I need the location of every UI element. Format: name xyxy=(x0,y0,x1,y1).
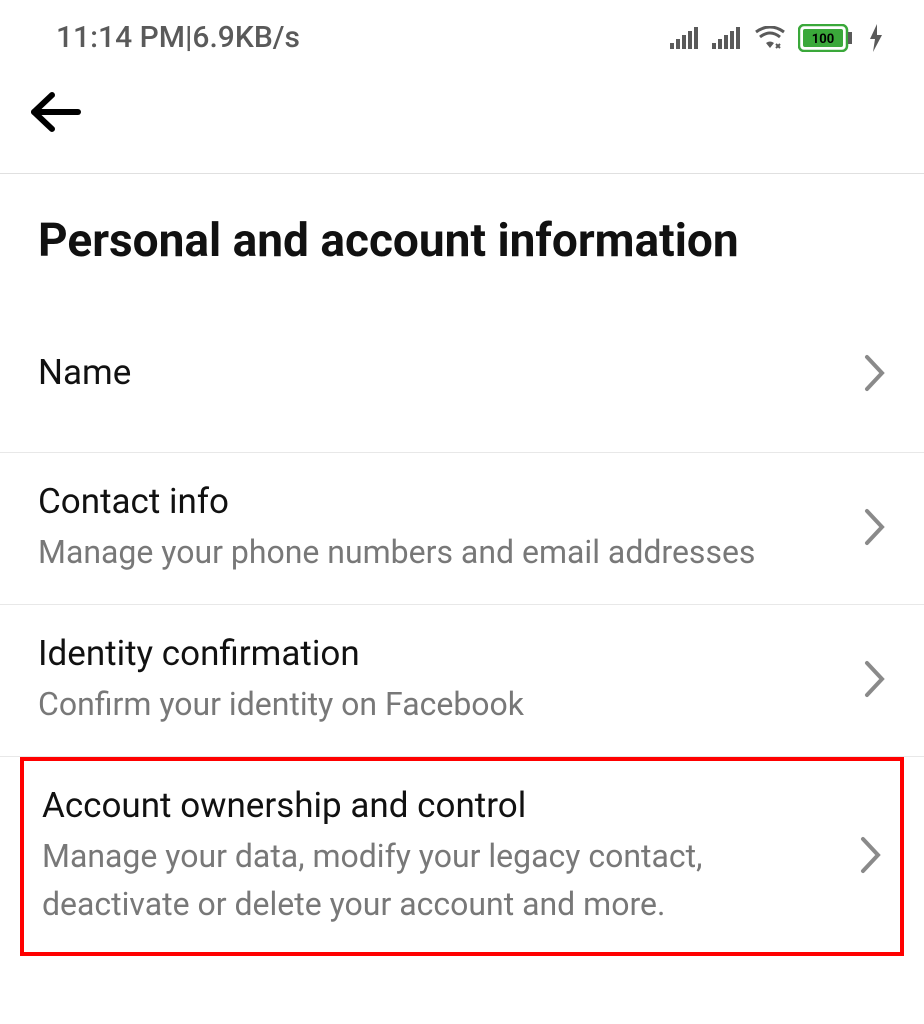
status-data-rate: 6.9KB/s xyxy=(192,20,299,55)
setting-desc: Manage your phone numbers and email addr… xyxy=(38,528,844,576)
chevron-right-icon xyxy=(860,836,882,878)
signal-icon-2 xyxy=(712,27,742,49)
status-left: 11:14 PM | 6.9KB/s xyxy=(56,20,300,55)
setting-desc: Confirm your identity on Facebook xyxy=(38,680,844,728)
setting-text: Contact info Manage your phone numbers a… xyxy=(38,481,844,576)
setting-item-contact-info[interactable]: Contact info Manage your phone numbers a… xyxy=(0,453,924,605)
status-separator: | xyxy=(185,20,192,55)
chevron-right-icon xyxy=(864,660,886,702)
setting-text: Account ownership and control Manage you… xyxy=(42,785,840,928)
status-right: 100 xyxy=(670,24,884,52)
setting-text: Identity confirmation Confirm your ident… xyxy=(38,633,844,728)
back-button[interactable] xyxy=(30,91,82,133)
status-time: 11:14 PM xyxy=(56,20,185,55)
app-header xyxy=(0,75,924,174)
battery-icon: 100 xyxy=(798,24,856,52)
setting-desc: Manage your data, modify your legacy con… xyxy=(42,832,840,928)
chevron-right-icon xyxy=(864,508,886,550)
wifi-icon xyxy=(754,26,786,50)
setting-text: Name xyxy=(38,352,844,399)
setting-item-account-ownership[interactable]: Account ownership and control Manage you… xyxy=(20,757,904,956)
signal-icon-1 xyxy=(670,27,700,49)
status-bar: 11:14 PM | 6.9KB/s xyxy=(0,0,924,75)
setting-label: Account ownership and control xyxy=(42,785,840,826)
setting-item-name[interactable]: Name xyxy=(0,298,924,453)
setting-label: Contact info xyxy=(38,481,844,522)
setting-item-identity-confirmation[interactable]: Identity confirmation Confirm your ident… xyxy=(0,605,924,757)
arrow-left-icon xyxy=(30,91,82,133)
chevron-right-icon xyxy=(864,354,886,396)
setting-label: Name xyxy=(38,352,844,393)
battery-level-text: 100 xyxy=(812,32,834,47)
charging-bolt-icon xyxy=(868,24,884,52)
settings-list: Name Contact info Manage your phone numb… xyxy=(0,298,924,956)
page-title: Personal and account information xyxy=(0,174,924,298)
setting-label: Identity confirmation xyxy=(38,633,844,674)
